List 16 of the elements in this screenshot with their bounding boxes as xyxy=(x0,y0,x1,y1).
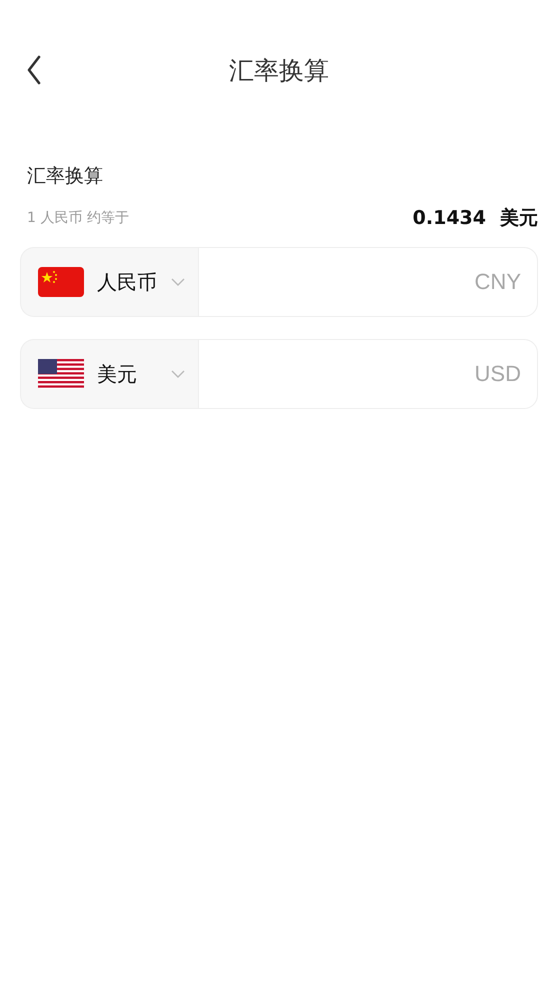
chevron-down-icon xyxy=(171,278,185,286)
flag-icon xyxy=(38,359,84,389)
flag-icon xyxy=(38,267,84,297)
back-icon[interactable] xyxy=(26,55,42,85)
rate-value: 0.1434 xyxy=(412,207,486,229)
section-title: 汇率换算 xyxy=(27,164,104,189)
currency-name: 美元 xyxy=(97,360,138,388)
amount-field[interactable]: CNY xyxy=(198,247,538,317)
currency-selector[interactable]: 美元 xyxy=(20,339,198,409)
rate-unit: 美元 xyxy=(500,206,538,231)
chevron-down-icon xyxy=(171,370,185,378)
amount-field[interactable]: USD xyxy=(198,339,538,409)
page-title: 汇率换算 xyxy=(229,54,329,86)
currency-name: 人民币 xyxy=(97,268,158,296)
rate-label: 1 人民币 约等于 xyxy=(27,209,130,227)
currency-selector[interactable]: 人民币 xyxy=(20,247,198,317)
